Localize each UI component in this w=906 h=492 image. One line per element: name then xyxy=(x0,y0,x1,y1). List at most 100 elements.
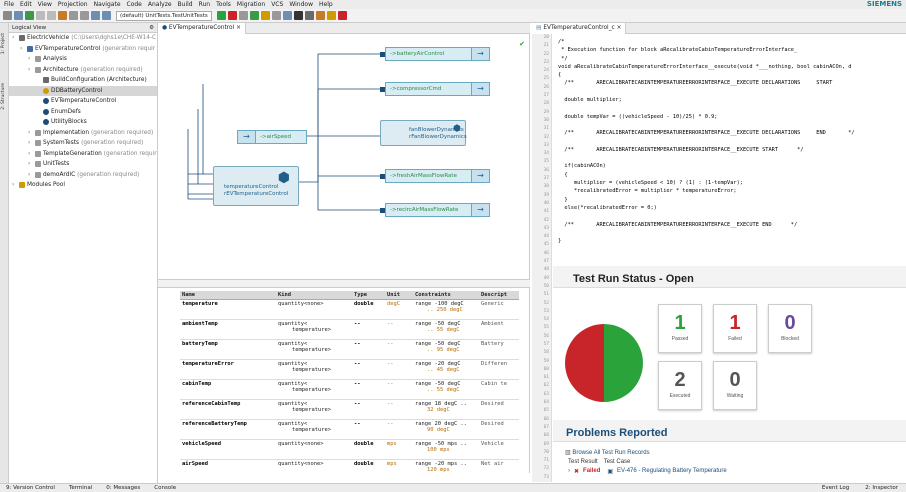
camera-icon[interactable] xyxy=(293,11,303,20)
code-line[interactable]: /** ARECALIBRATECABINTEMPERATUREERRORINT… xyxy=(558,79,855,87)
code-line[interactable] xyxy=(558,154,855,162)
chevron-right-icon[interactable]: › xyxy=(12,33,17,44)
code-line[interactable]: { xyxy=(558,171,855,179)
cell-kind[interactable]: quantity< temperature> xyxy=(276,419,352,440)
tree-item[interactable]: DDBatteryControl xyxy=(9,85,157,96)
block-temperature-control[interactable]: temperatureControl rEVTemperatureControl… xyxy=(213,166,299,206)
menu-vcs[interactable]: VCS xyxy=(271,1,283,8)
cell-type[interactable]: -- xyxy=(352,379,385,400)
chevron-right-icon[interactable]: › xyxy=(28,65,33,76)
menu-projection[interactable]: Projection xyxy=(58,1,88,8)
tree-item[interactable]: › TemplateGeneration (generation requir xyxy=(9,149,157,160)
menu-analyze[interactable]: Analyze xyxy=(148,1,172,8)
tree-item[interactable]: › demoArdIC (generation required) xyxy=(9,170,157,181)
cell-kind[interactable]: quantity<none> xyxy=(276,459,352,473)
tab-c-file[interactable]: ▤ EVTemperatureControl_c × xyxy=(532,23,627,34)
cell-description[interactable]: Desired xyxy=(479,399,519,420)
project-tool-tab[interactable]: 1: Project xyxy=(1,33,8,54)
cell-description[interactable]: Battery xyxy=(479,339,519,360)
table-row[interactable]: cabinTemp quantity< temperature> -- -- range … xyxy=(180,379,519,400)
chevron-right-icon[interactable]: › xyxy=(12,180,17,191)
cell-kind[interactable]: quantity< temperature> xyxy=(276,379,352,400)
cell-unit[interactable]: mps xyxy=(385,439,413,460)
code-line[interactable]: /* xyxy=(558,38,855,46)
code-line[interactable]: double multiplier; xyxy=(558,96,855,104)
settings-icon[interactable] xyxy=(271,11,281,20)
copy-icon[interactable] xyxy=(69,11,78,20)
result-card-blocked[interactable]: 0 Blocked xyxy=(768,304,812,353)
problem-row[interactable]: › ✖ Failed ▣ EV-476 - Regulating Battery… xyxy=(568,468,727,475)
menu-edit[interactable]: Edit xyxy=(20,1,32,8)
terminal-tab[interactable]: Terminal xyxy=(69,485,92,491)
cell-name[interactable]: vehicleSpeed xyxy=(180,439,276,460)
cell-type[interactable]: double xyxy=(352,299,385,320)
output-port-fresh-air[interactable]: ->freshAirMassFlowRate → xyxy=(380,169,490,183)
git-icon[interactable] xyxy=(315,11,325,20)
cell-constraints[interactable]: range -50 degC.. 55 degC xyxy=(413,379,479,400)
code-line[interactable] xyxy=(558,229,855,237)
cell-name[interactable]: referenceBatteryTemp xyxy=(180,419,276,440)
debug-icon[interactable] xyxy=(227,11,237,20)
cell-name[interactable]: referenceCabinTemp xyxy=(180,399,276,420)
cell-unit[interactable]: -- xyxy=(385,319,413,340)
result-card-failed[interactable]: 1 Failed xyxy=(713,304,757,353)
table-row[interactable]: batteryTemp quantity< temperature> -- -- rang… xyxy=(180,339,519,360)
code-line[interactable]: } xyxy=(558,237,855,245)
tree-item[interactable]: BuildConfiguration (Architecture) xyxy=(9,75,157,86)
result-card-executed[interactable]: 2 Executed xyxy=(658,361,702,410)
view-mode-select[interactable]: Logical View xyxy=(12,25,46,31)
cell-name[interactable]: batteryTemp xyxy=(180,339,276,360)
problem-test-case-link[interactable]: EV-476 - Regulating Battery Temperature xyxy=(617,468,727,475)
menu-code[interactable]: Code xyxy=(127,1,142,8)
cell-unit[interactable]: -- xyxy=(385,399,413,420)
lightbulb-icon[interactable] xyxy=(326,11,336,20)
output-port-compressor-cmd[interactable]: ->compressorCmd → xyxy=(380,82,490,96)
open-icon[interactable] xyxy=(3,11,12,20)
table-row[interactable]: temperatureError quantity< temperature> -- -… xyxy=(180,359,519,380)
cell-type[interactable]: -- xyxy=(352,399,385,420)
chevron-right-icon[interactable]: › xyxy=(20,44,25,55)
cell-type[interactable]: -- xyxy=(352,339,385,360)
cell-kind[interactable]: quantity< temperature> xyxy=(276,399,352,420)
cell-type[interactable]: -- xyxy=(352,319,385,340)
code-line[interactable]: /** ARECALIBRATECABINTEMPERATUREERRORINT… xyxy=(558,129,854,137)
forward-icon[interactable] xyxy=(102,11,111,20)
console-tab[interactable]: Console xyxy=(154,485,176,491)
structure-tool-tab[interactable]: 2: Structure xyxy=(1,83,8,110)
code-line[interactable]: double tempVar = ((vehicleSpeed - 10)/25… xyxy=(558,113,855,121)
cell-kind[interactable]: quantity< temperature> xyxy=(276,359,352,380)
code-line[interactable] xyxy=(558,121,855,129)
run-configuration-select[interactable]: (default) UnitTests.TestUnitTests xyxy=(116,10,212,21)
terminal-icon[interactable] xyxy=(304,11,314,20)
code-line[interactable] xyxy=(558,212,855,220)
cell-constraints[interactable]: range -20 mps .. 120 mps xyxy=(413,459,479,473)
result-card-waiting[interactable]: 0 Waiting xyxy=(713,361,757,410)
cell-name[interactable]: airSpeed xyxy=(180,459,276,473)
code-line[interactable]: multiplier = (vehicleSpeed < 10) ? (1) :… xyxy=(558,179,855,187)
cell-type[interactable]: double xyxy=(352,439,385,460)
cell-unit[interactable]: -- xyxy=(385,379,413,400)
sync-icon[interactable] xyxy=(25,11,34,20)
event-log-tab[interactable]: Event Log xyxy=(822,485,849,491)
version-control-tab[interactable]: 9: Version Control xyxy=(6,485,55,491)
cell-name[interactable]: temperatureError xyxy=(180,359,276,380)
cell-kind[interactable]: quantity< temperature> xyxy=(276,319,352,340)
gear-icon[interactable]: ⚙ xyxy=(149,25,154,31)
cell-description[interactable]: Ambient xyxy=(479,319,519,340)
cell-unit[interactable]: mps xyxy=(385,459,413,473)
menu-view[interactable]: View xyxy=(38,1,52,8)
cell-kind[interactable]: quantity<none> xyxy=(276,439,352,460)
cell-unit[interactable]: -- xyxy=(385,419,413,440)
cell-unit[interactable]: degC xyxy=(385,299,413,320)
chevron-right-icon[interactable]: › xyxy=(28,128,33,139)
cell-constraints[interactable]: range -100 degC.. 250 degC xyxy=(413,299,479,320)
table-row[interactable]: referenceCabinTemp quantity< temperature> -… xyxy=(180,399,519,420)
code-text[interactable]: /* * Execution function for block aRecal… xyxy=(558,38,855,245)
chevron-right-icon[interactable]: › xyxy=(28,159,33,170)
tool-icon[interactable] xyxy=(260,11,270,20)
chevron-right-icon[interactable]: › xyxy=(28,170,33,181)
cell-kind[interactable]: quantity< temperature> xyxy=(276,339,352,360)
table-row[interactable]: airSpeed quantity<none> double mps range -20… xyxy=(180,459,519,473)
output-port-recirc-air[interactable]: ->recircAirMassFlowRate → xyxy=(380,203,490,217)
cell-description[interactable]: Generic xyxy=(479,299,519,320)
